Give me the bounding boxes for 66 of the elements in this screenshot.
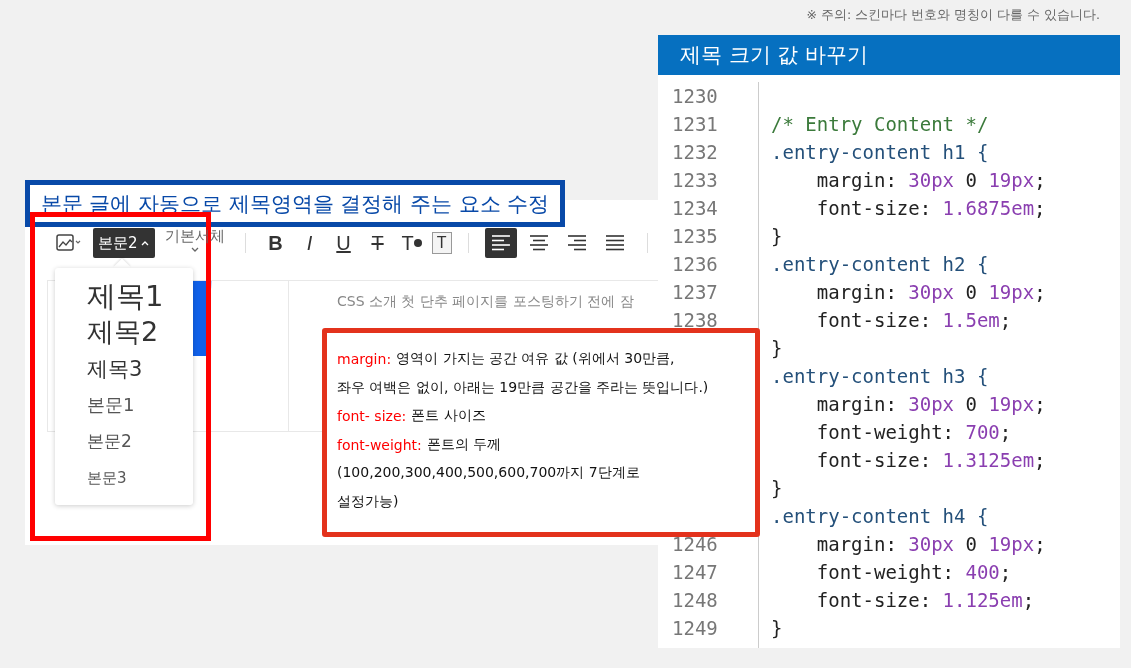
code-line: font-weight: 700; [815, 420, 1012, 445]
code-line: margin: 30px 0 19px; [815, 280, 1046, 305]
code-line: margin: 30px 0 19px; [815, 532, 1046, 557]
align-icon [603, 234, 626, 252]
underline-button[interactable]: U [329, 228, 358, 258]
bold-button[interactable]: B [261, 228, 290, 258]
caret-icon [189, 246, 200, 254]
line-number: 1231 [672, 113, 718, 135]
align-icon [565, 234, 588, 252]
code-title: 제목 크기 값 바꾸기 [658, 35, 1120, 75]
style-option[interactable]: 본문2 [87, 422, 132, 460]
code-line: .entry-content h3 { [771, 364, 989, 389]
image-icon [56, 233, 82, 253]
caret-icon [139, 239, 150, 247]
code-line: .entry-content h1 { [771, 140, 989, 165]
code-line: } [771, 616, 783, 641]
code-line: .entry-content h4 { [771, 504, 989, 529]
style-option[interactable]: 제목1 [87, 278, 164, 314]
style-option[interactable]: 본문3 [87, 460, 127, 496]
property-term: margin: [337, 351, 392, 368]
align-left-button[interactable] [484, 228, 517, 258]
code-line: font-weight: 400; [815, 560, 1012, 585]
paragraph-style-dropdown[interactable]: 본문2 [93, 228, 155, 258]
line-number: 1236 [672, 253, 718, 275]
align-icon [527, 234, 550, 252]
explanation-text: 좌우 여백은 없이, 아래는 19만큼 공간을 주라는 뜻입니다.) [337, 378, 709, 397]
code-line: margin: 30px 0 19px; [815, 168, 1046, 193]
line-number: 1235 [672, 225, 718, 247]
style-option[interactable]: 제목3 [87, 350, 143, 388]
code-line: } [771, 336, 783, 361]
explanation-text: 폰트의 두께 [426, 435, 502, 454]
line-number: 1246 [672, 533, 718, 555]
property-term: font-weight: [337, 436, 422, 453]
line-number: 1238 [672, 309, 718, 331]
dot-icon [413, 239, 422, 247]
code-line: font-size: 1.5em; [815, 308, 1012, 333]
code-line: font-size: 1.125em; [815, 588, 1035, 613]
property-term: font- size: [337, 408, 407, 425]
line-number: 1237 [672, 281, 718, 303]
line-number: 1248 [672, 589, 718, 611]
style-option[interactable]: 본문1 [87, 388, 135, 422]
explanation-text: 폰트 사이즈 [411, 407, 486, 426]
line-number: 1232 [672, 141, 718, 163]
text-color-button[interactable]: T [397, 228, 426, 258]
caution-note: ※ 주의: 스킨마다 번호와 명칭이 다를 수 있습니다. [806, 6, 1101, 24]
line-number: 1233 [672, 169, 718, 191]
explanation-text: (100,200,300,400,500,600,700까지 7단계로 [337, 464, 640, 483]
line-number: 1247 [672, 561, 718, 583]
line-number: 1249 [672, 617, 718, 639]
explanation-text: 영역이 가지는 공간 여유 값 (위에서 30만큼, [396, 350, 675, 369]
strike-button[interactable]: T [363, 228, 392, 258]
style-option[interactable]: 제목2 [87, 314, 159, 350]
code-line: font-size: 1.6875em; [815, 196, 1046, 221]
line-number: 1230 [672, 85, 718, 107]
align-icon [489, 234, 512, 252]
code-line: /* Entry Content */ [771, 112, 989, 137]
explanation-text: 설정가능) [337, 492, 399, 511]
post-text: CSS 소개 첫 단추 페이지를 포스팅하기 전에 잠 [337, 293, 634, 309]
background-button[interactable]: T [431, 232, 452, 254]
italic-button[interactable]: I [295, 228, 324, 258]
code-line: .entry-content h2 { [771, 252, 989, 277]
code-line: font-size: 1.3125em; [815, 448, 1046, 473]
code-line: } [771, 224, 783, 249]
code-line: margin: 30px 0 19px; [815, 392, 1046, 417]
code-line: } [771, 476, 783, 501]
line-number: 1234 [672, 197, 718, 219]
